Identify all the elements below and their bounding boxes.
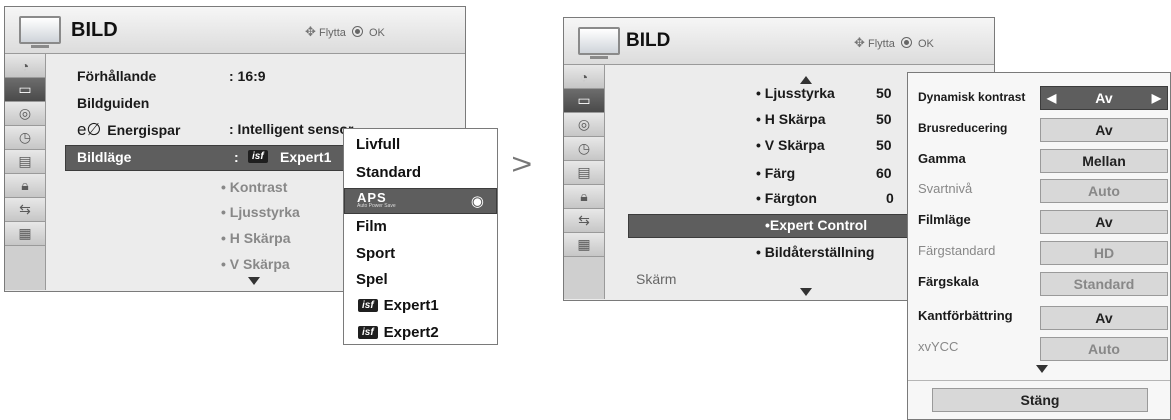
row-picture-reset[interactable]: • Bildåterställning bbox=[756, 244, 874, 260]
submenu-h-sharpness: • H Skärpa bbox=[221, 230, 291, 246]
nav-hint: ✥ Flytta OK bbox=[305, 24, 385, 39]
picture-icon[interactable]: ▭ bbox=[564, 89, 604, 113]
satellite-icon[interactable]: ◔ bbox=[5, 54, 45, 78]
value-color-gamut[interactable]: Standard bbox=[1040, 272, 1168, 296]
eco-icon: e∅ bbox=[77, 120, 102, 139]
expert-control-label: •Expert Control bbox=[765, 217, 868, 233]
picture-mode-value: Expert1 bbox=[280, 149, 332, 165]
lock-icon[interactable]: 🔒︎ bbox=[5, 174, 45, 198]
value-noise-reduction[interactable]: Av bbox=[1040, 118, 1168, 142]
right-category-column: ◔ ▭ ◎ ◷ ▤ 🔒︎ ⇆ ▦ bbox=[564, 65, 605, 299]
option-sport[interactable]: Sport bbox=[356, 245, 395, 262]
scroll-up-icon[interactable] bbox=[800, 76, 812, 84]
scroll-down-icon[interactable] bbox=[1036, 365, 1048, 373]
tv-icon bbox=[19, 16, 61, 48]
label-black-level: Svartnivå bbox=[918, 181, 973, 196]
input-icon[interactable]: ⇆ bbox=[5, 198, 45, 222]
lock-icon[interactable]: 🔒︎ bbox=[564, 185, 604, 209]
option-spel[interactable]: Spel bbox=[356, 271, 388, 288]
ok-icon bbox=[351, 26, 363, 37]
v-sharpness-value: 50 bbox=[876, 137, 892, 153]
value-dynamic-contrast[interactable]: ◀ Av ▶ bbox=[1040, 86, 1168, 110]
expert-control-panel: Dynamisk kontrast ◀ Av ▶ Brusreducering … bbox=[907, 72, 1171, 420]
close-button[interactable]: Stäng bbox=[932, 388, 1148, 412]
right-title-bar: BILD ✥ Flytta OK bbox=[564, 18, 994, 65]
aspect-value: : 16:9 bbox=[229, 68, 266, 84]
energy-value: : Intelligent sensor bbox=[229, 121, 354, 137]
arrow-right-icon[interactable]: ▶ bbox=[1152, 87, 1161, 109]
value-color-standard[interactable]: HD bbox=[1040, 241, 1168, 265]
value-edge-enhancer[interactable]: Av bbox=[1040, 306, 1168, 330]
row-brightness[interactable]: • Ljusstyrka bbox=[756, 85, 835, 101]
tint-value: 0 bbox=[886, 190, 894, 206]
arrow-left-icon[interactable]: ◀ bbox=[1047, 87, 1056, 109]
label-dynamic-contrast: Dynamisk kontrast bbox=[918, 90, 1026, 104]
label-gamma: Gamma bbox=[918, 151, 966, 166]
row-expert-control[interactable]: •Expert Control bbox=[628, 214, 920, 238]
value-black-level[interactable]: Auto bbox=[1040, 179, 1168, 203]
option-icon[interactable]: ▤ bbox=[5, 150, 45, 174]
value-xvycc[interactable]: Auto bbox=[1040, 337, 1168, 361]
picture-icon[interactable]: ▭ bbox=[5, 78, 45, 102]
option-livfull[interactable]: Livfull bbox=[356, 136, 400, 153]
option-standard[interactable]: Standard bbox=[356, 164, 421, 181]
submenu-v-sharpness: • V Skärpa bbox=[221, 256, 290, 272]
move-icon: ✥ bbox=[305, 24, 316, 39]
h-sharpness-value: 50 bbox=[876, 111, 892, 127]
menu-row-aspect[interactable]: Förhållande bbox=[77, 68, 156, 84]
row-screen[interactable]: Skärm bbox=[636, 271, 676, 287]
submenu-contrast: • Kontrast bbox=[221, 179, 288, 195]
left-title-bar: BILD ✥ Flytta OK bbox=[5, 7, 465, 54]
picture-mode-colon: : bbox=[234, 149, 239, 165]
option-expert1[interactable]: isf Expert1 bbox=[358, 297, 439, 314]
scroll-down-icon[interactable] bbox=[800, 288, 812, 296]
ok-icon bbox=[900, 37, 912, 48]
menu-row-picture-wizard[interactable]: Bildguiden bbox=[77, 95, 149, 111]
audio-icon[interactable]: ◎ bbox=[5, 102, 45, 126]
radio-selected-icon: ◉ bbox=[470, 193, 484, 210]
label-color-standard: Färgstandard bbox=[918, 243, 996, 258]
label-edge-enhancer: Kantförbättring bbox=[918, 308, 1013, 323]
row-v-sharpness[interactable]: • V Skärpa bbox=[756, 137, 825, 153]
row-color[interactable]: • Färg bbox=[756, 165, 795, 181]
menu-row-energy[interactable]: e∅ Energispar bbox=[77, 120, 180, 140]
transition-arrow-icon: > bbox=[511, 148, 533, 181]
page-title: BILD bbox=[71, 19, 118, 41]
audio-icon[interactable]: ◎ bbox=[564, 113, 604, 137]
brightness-value: 50 bbox=[876, 85, 892, 101]
satellite-icon[interactable]: ◔ bbox=[564, 65, 604, 89]
media-icon[interactable]: ▦ bbox=[5, 222, 45, 246]
label-noise-reduction: Brusreducering bbox=[918, 121, 1008, 135]
label-film-mode: Filmläge bbox=[918, 212, 971, 227]
option-icon[interactable]: ▤ bbox=[564, 161, 604, 185]
scroll-down-icon[interactable] bbox=[248, 277, 260, 285]
clock-icon[interactable]: ◷ bbox=[5, 126, 45, 150]
input-icon[interactable]: ⇆ bbox=[564, 209, 604, 233]
option-expert2[interactable]: isf Expert2 bbox=[358, 324, 439, 341]
isf-badge-icon: isf bbox=[358, 299, 378, 312]
divider bbox=[908, 380, 1170, 381]
row-h-sharpness[interactable]: • H Skärpa bbox=[756, 111, 826, 127]
clock-icon[interactable]: ◷ bbox=[564, 137, 604, 161]
label-color-gamut: Färgskala bbox=[918, 274, 979, 289]
picture-mode-dropdown: Livfull Standard APS Auto Power Save ◉ F… bbox=[343, 128, 498, 345]
submenu-brightness: • Ljusstyrka bbox=[221, 204, 300, 220]
isf-badge-icon: isf bbox=[358, 326, 378, 339]
isf-badge-icon: isf bbox=[248, 150, 268, 163]
label-xvycc: xvYCC bbox=[918, 339, 959, 354]
move-icon: ✥ bbox=[854, 35, 865, 50]
nav-hint: ✥ Flytta OK bbox=[854, 35, 934, 50]
value-gamma[interactable]: Mellan bbox=[1040, 149, 1168, 173]
color-value: 60 bbox=[876, 165, 892, 181]
page-title: BILD bbox=[626, 30, 671, 51]
value-film-mode[interactable]: Av bbox=[1040, 210, 1168, 234]
tv-icon bbox=[578, 27, 620, 59]
option-film[interactable]: Film bbox=[356, 218, 387, 235]
picture-mode-label: Bildläge bbox=[77, 149, 132, 165]
left-category-column: ◔ ▭ ◎ ◷ ▤ 🔒︎ ⇆ ▦ bbox=[5, 54, 46, 290]
media-icon[interactable]: ▦ bbox=[564, 233, 604, 257]
aps-caption: Auto Power Save bbox=[357, 203, 396, 209]
option-aps[interactable]: APS Auto Power Save ◉ bbox=[344, 188, 497, 214]
row-tint[interactable]: • Färgton bbox=[756, 190, 817, 206]
